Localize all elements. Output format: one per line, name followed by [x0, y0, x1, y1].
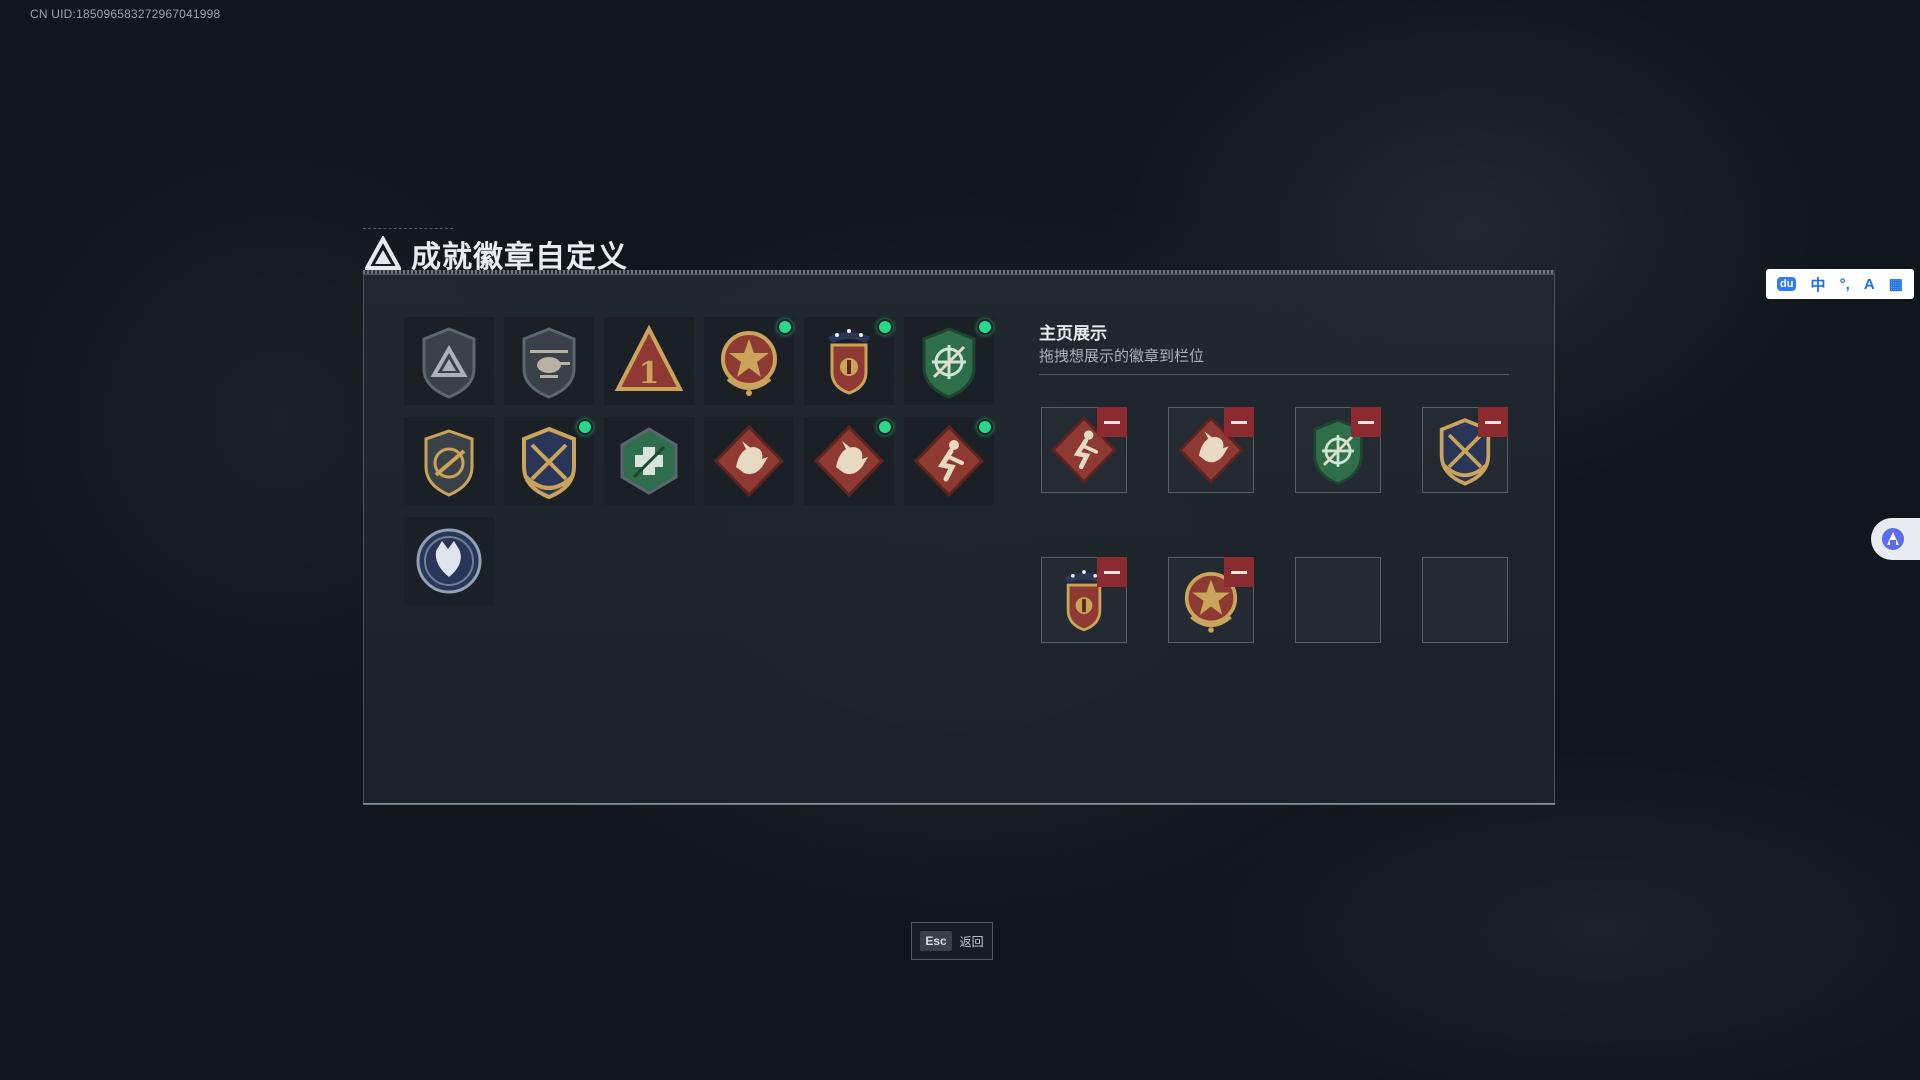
empty-showcase-slot[interactable] [1295, 557, 1381, 643]
remove-badge-button[interactable] [1351, 407, 1381, 437]
badge-item[interactable] [804, 317, 894, 405]
rifle-shield-badge-icon [424, 429, 474, 497]
ime-toolbar[interactable]: du 中 °, A ▦ [1766, 269, 1914, 299]
svg-text:1: 1 [639, 356, 660, 391]
ime-chinese-toggle[interactable]: 中 [1811, 274, 1826, 295]
remove-badge-button[interactable] [1478, 407, 1508, 437]
minus-icon [1104, 570, 1120, 574]
back-button[interactable]: Esc 返回 [911, 922, 993, 960]
ime-punctuation-toggle[interactable]: °, [1840, 276, 1850, 293]
ime-skin-icon[interactable]: A [1864, 276, 1875, 293]
badge-item[interactable] [704, 317, 794, 405]
new-indicator-dot [977, 319, 993, 335]
showcase-slot[interactable] [1168, 407, 1254, 493]
showcase-slot[interactable] [1295, 407, 1381, 493]
badge-item[interactable] [504, 417, 594, 505]
badge-item[interactable] [904, 317, 994, 405]
badge-item[interactable] [504, 317, 594, 405]
badge-item[interactable] [604, 417, 694, 505]
dragon-diamond-badge-icon [713, 424, 785, 498]
badge-customization-panel: 1 主页展示 拖拽想展示的徽章到栏位 [363, 270, 1555, 805]
remove-badge-button[interactable] [1097, 407, 1127, 437]
panel-bottom-rule [363, 803, 1555, 805]
back-label: 返回 [959, 934, 984, 949]
empty-showcase-slot[interactable] [1422, 557, 1508, 643]
badge-item[interactable] [804, 417, 894, 505]
green-hexagon-badge-icon [620, 427, 678, 495]
badge-item[interactable]: 1 [604, 317, 694, 405]
badge-item[interactable] [704, 417, 794, 505]
new-indicator-dot [577, 419, 593, 435]
remove-badge-button[interactable] [1097, 557, 1127, 587]
uid-label: CN UID:185096583272967041998 [30, 7, 221, 21]
showcase-slot[interactable] [1168, 557, 1254, 643]
showcase-slot[interactable] [1422, 407, 1508, 493]
new-indicator-dot [777, 319, 793, 335]
showcase-subtitle: 拖拽想展示的徽章到栏位 [1039, 347, 1205, 365]
helicopter-shield-badge-icon [522, 327, 576, 399]
new-indicator-dot [877, 419, 893, 435]
minus-icon [1104, 420, 1120, 424]
new-indicator-dot [977, 419, 993, 435]
remove-badge-button[interactable] [1224, 407, 1254, 437]
ime-menu-icon[interactable]: ▦ [1889, 275, 1903, 293]
showcase-divider [1039, 374, 1509, 375]
badge-item[interactable] [404, 517, 494, 605]
ime-logo-icon[interactable]: du [1777, 277, 1797, 291]
remove-badge-button[interactable] [1224, 557, 1254, 587]
number-one-triangle-badge-icon: 1 [614, 324, 684, 391]
badge-item[interactable] [404, 317, 494, 405]
badge-item[interactable] [904, 417, 994, 505]
esc-key-hint: Esc [920, 931, 952, 951]
new-indicator-dot [877, 319, 893, 335]
minus-icon [1358, 420, 1374, 424]
showcase-title: 主页展示 [1039, 324, 1107, 344]
wolf-circle-badge-icon [416, 528, 482, 594]
assistant-side-button[interactable] [1871, 518, 1920, 560]
game-logo-icon [365, 236, 401, 270]
badge-item[interactable] [404, 417, 494, 505]
showcase-slot[interactable] [1041, 557, 1127, 643]
minus-icon [1231, 420, 1247, 424]
minus-icon [1231, 570, 1247, 574]
triangle-logo-shield-badge-icon [422, 327, 476, 399]
assistant-icon [1882, 528, 1904, 550]
panel-top-rule [363, 270, 1555, 274]
showcase-slot[interactable] [1041, 407, 1127, 493]
minus-icon [1485, 420, 1501, 424]
